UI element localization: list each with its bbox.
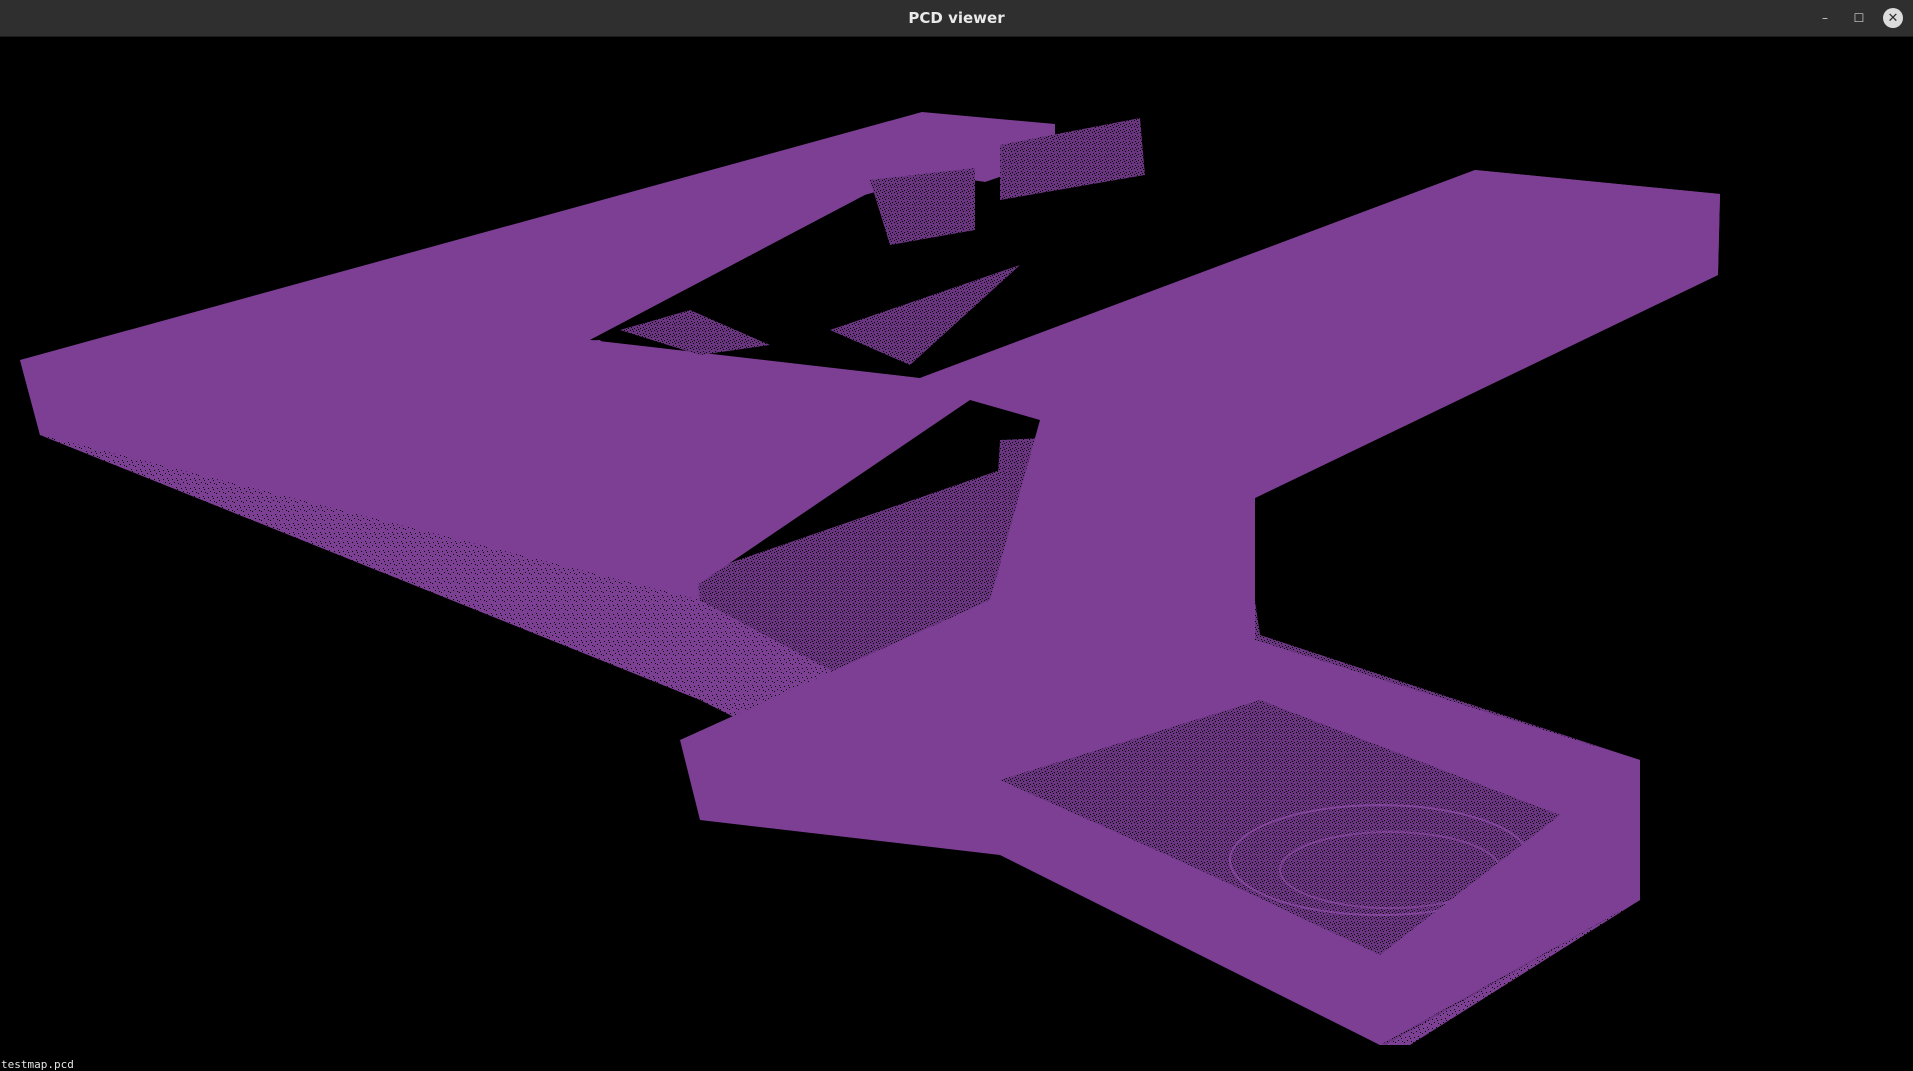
minimize-icon[interactable]: – — [1815, 8, 1835, 28]
window-controls: – ☐ ✕ — [1815, 0, 1903, 36]
point-cloud-walls — [20, 112, 1720, 1045]
title-bar[interactable]: PCD viewer – ☐ ✕ — [0, 0, 1913, 37]
window-title: PCD viewer — [908, 9, 1005, 27]
point-cloud-render[interactable] — [0, 37, 1913, 1071]
status-filename: testmap.pcd — [1, 1058, 74, 1071]
maximize-icon[interactable]: ☐ — [1849, 8, 1869, 28]
close-icon[interactable]: ✕ — [1883, 8, 1903, 28]
pcd-viewer-window: PCD viewer – ☐ ✕ testmap.pcd — [0, 0, 1913, 1071]
point-cloud-viewport[interactable]: testmap.pcd — [0, 37, 1913, 1071]
